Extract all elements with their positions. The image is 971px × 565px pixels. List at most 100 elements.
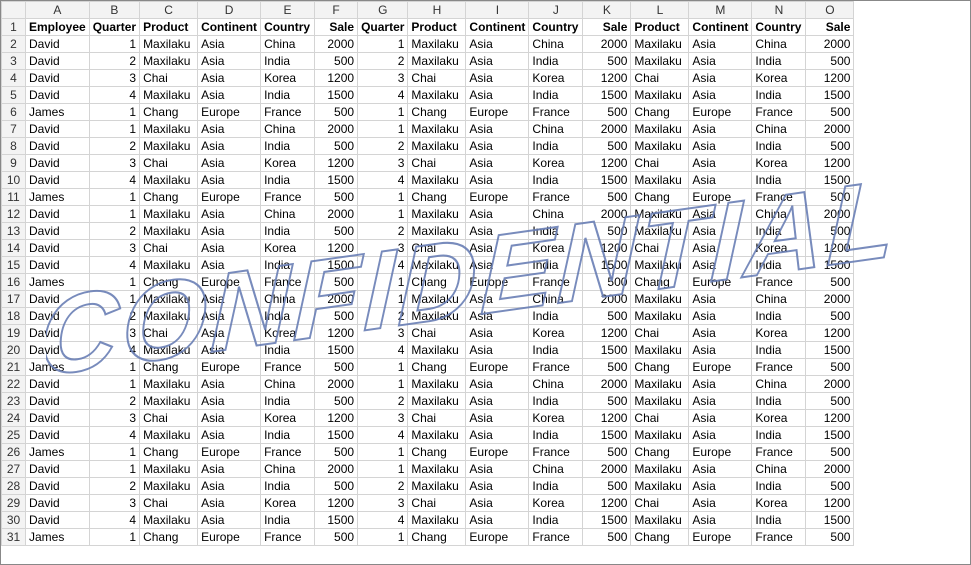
cell[interactable]: David: [26, 478, 90, 495]
cell[interactable]: 500: [315, 53, 358, 70]
cell[interactable]: 500: [806, 104, 854, 121]
cell[interactable]: Asia: [198, 240, 261, 257]
cell[interactable]: India: [529, 308, 583, 325]
cell[interactable]: 1200: [806, 325, 854, 342]
cell[interactable]: India: [752, 308, 806, 325]
cell[interactable]: David: [26, 155, 90, 172]
cell[interactable]: Asia: [198, 206, 261, 223]
cell[interactable]: 1200: [806, 240, 854, 257]
cell[interactable]: 1500: [315, 512, 358, 529]
row-header[interactable]: 20: [2, 342, 26, 359]
cell[interactable]: 500: [806, 189, 854, 206]
cell[interactable]: 500: [315, 478, 358, 495]
cell[interactable]: Korea: [261, 155, 315, 172]
cell[interactable]: 1200: [315, 70, 358, 87]
cell[interactable]: 1500: [583, 427, 631, 444]
cell[interactable]: Chai: [631, 155, 689, 172]
cell[interactable]: 2000: [583, 291, 631, 308]
cell[interactable]: China: [261, 206, 315, 223]
cell[interactable]: Europe: [198, 359, 261, 376]
cell[interactable]: 1500: [806, 87, 854, 104]
cell[interactable]: 2000: [315, 36, 358, 53]
column-header-M[interactable]: M: [689, 2, 752, 19]
cell[interactable]: David: [26, 376, 90, 393]
cell[interactable]: 1: [358, 529, 408, 546]
cell[interactable]: Asia: [689, 478, 752, 495]
cell[interactable]: James: [26, 189, 90, 206]
cell[interactable]: Maxilaku: [140, 342, 198, 359]
cell[interactable]: Asia: [689, 87, 752, 104]
cell[interactable]: Asia: [689, 461, 752, 478]
cell[interactable]: China: [261, 121, 315, 138]
cell[interactable]: 3: [358, 155, 408, 172]
cell[interactable]: Maxilaku: [140, 223, 198, 240]
cell[interactable]: 500: [806, 223, 854, 240]
cell[interactable]: Chang: [140, 189, 198, 206]
row-header[interactable]: 31: [2, 529, 26, 546]
row-header[interactable]: 17: [2, 291, 26, 308]
cell[interactable]: India: [529, 342, 583, 359]
cell[interactable]: Asia: [466, 427, 529, 444]
cell[interactable]: 4: [89, 512, 139, 529]
cell[interactable]: Asia: [689, 53, 752, 70]
cell[interactable]: India: [261, 478, 315, 495]
cell[interactable]: 1: [358, 274, 408, 291]
cell[interactable]: 500: [315, 223, 358, 240]
cell[interactable]: Chai: [631, 495, 689, 512]
cell[interactable]: China: [261, 291, 315, 308]
cell[interactable]: David: [26, 53, 90, 70]
row-header[interactable]: 5: [2, 87, 26, 104]
cell[interactable]: India: [261, 53, 315, 70]
cell[interactable]: 500: [806, 359, 854, 376]
cell[interactable]: 500: [315, 359, 358, 376]
row-header[interactable]: 2: [2, 36, 26, 53]
cell[interactable]: 1: [89, 274, 139, 291]
cell[interactable]: Europe: [198, 444, 261, 461]
cell[interactable]: 2000: [583, 206, 631, 223]
cell[interactable]: Chai: [631, 410, 689, 427]
cell[interactable]: Maxilaku: [140, 291, 198, 308]
cell[interactable]: Korea: [752, 70, 806, 87]
cell[interactable]: Maxilaku: [408, 461, 466, 478]
cell[interactable]: 1: [358, 359, 408, 376]
cell[interactable]: 2: [358, 478, 408, 495]
cell[interactable]: 1500: [806, 172, 854, 189]
cell[interactable]: 1: [89, 529, 139, 546]
cell[interactable]: 1: [89, 444, 139, 461]
cell[interactable]: 1: [358, 189, 408, 206]
cell[interactable]: 1200: [583, 410, 631, 427]
cell[interactable]: Asia: [466, 342, 529, 359]
cell[interactable]: Chang: [140, 359, 198, 376]
cell[interactable]: 2: [89, 223, 139, 240]
cell[interactable]: Asia: [198, 342, 261, 359]
cell[interactable]: India: [261, 512, 315, 529]
cell[interactable]: Asia: [466, 138, 529, 155]
cell[interactable]: 3: [89, 495, 139, 512]
cell[interactable]: David: [26, 87, 90, 104]
cell[interactable]: 2000: [315, 206, 358, 223]
cell[interactable]: Chang: [408, 359, 466, 376]
cell[interactable]: Chang: [140, 274, 198, 291]
cell[interactable]: 2000: [806, 291, 854, 308]
row-header[interactable]: 25: [2, 427, 26, 444]
cell[interactable]: 500: [583, 393, 631, 410]
cell[interactable]: Asia: [689, 325, 752, 342]
cell[interactable]: 4: [358, 87, 408, 104]
cell[interactable]: Maxilaku: [631, 393, 689, 410]
cell[interactable]: Continent: [466, 19, 529, 36]
cell[interactable]: 1: [89, 36, 139, 53]
cell[interactable]: Asia: [198, 308, 261, 325]
cell[interactable]: David: [26, 410, 90, 427]
cell[interactable]: China: [752, 206, 806, 223]
cell[interactable]: Sale: [806, 19, 854, 36]
cell[interactable]: 2000: [806, 461, 854, 478]
cell[interactable]: Quarter: [89, 19, 139, 36]
cell[interactable]: David: [26, 325, 90, 342]
cell[interactable]: Maxilaku: [408, 36, 466, 53]
cell[interactable]: Chai: [140, 240, 198, 257]
cell[interactable]: Asia: [689, 138, 752, 155]
cell[interactable]: 1200: [315, 410, 358, 427]
row-header[interactable]: 8: [2, 138, 26, 155]
cell[interactable]: Korea: [752, 495, 806, 512]
cell[interactable]: 4: [358, 512, 408, 529]
